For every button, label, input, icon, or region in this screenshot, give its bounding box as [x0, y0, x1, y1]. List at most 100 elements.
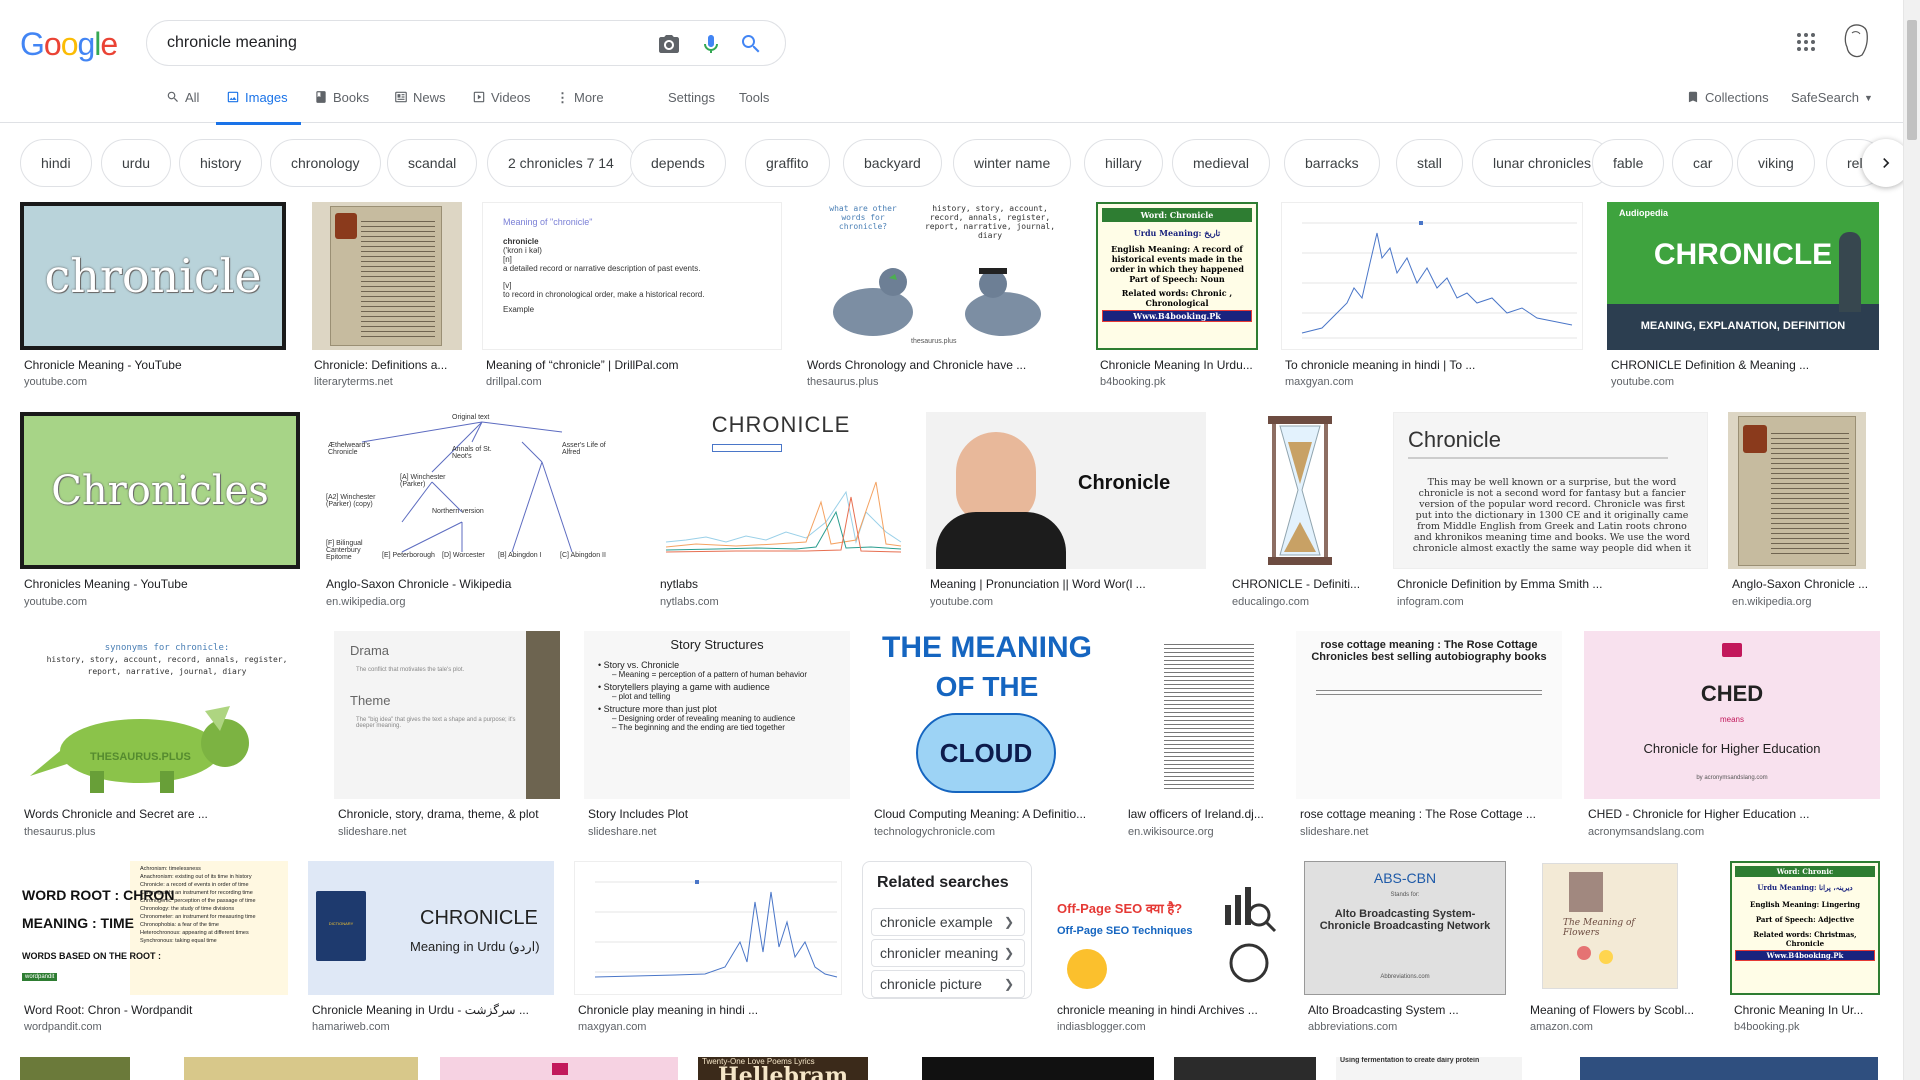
image-result[interactable]: synonyms for chronicle: history, story, …	[20, 631, 314, 841]
result-thumbnail: Off-Page SEO क्या है? Off-Page SEO Techn…	[1053, 861, 1283, 995]
illuminated-letter	[335, 213, 357, 239]
thumbnail-text: means	[1719, 715, 1744, 724]
chip[interactable]: depends	[630, 139, 726, 187]
result-thumbnail: THE MEANING OF THE CLOUD	[870, 631, 1104, 799]
related-searches-title: Related searches	[877, 874, 1009, 891]
image-result[interactable]	[1580, 1057, 1878, 1080]
image-result[interactable]	[1174, 1057, 1316, 1080]
chip[interactable]: viking	[1737, 139, 1815, 187]
result-thumbnail	[1728, 412, 1866, 569]
chip[interactable]: barracks	[1284, 139, 1380, 187]
related-search-item[interactable]: chronicler meaning ❯	[871, 939, 1025, 967]
image-result[interactable]: chronicle Chronicle Meaning - YouTube yo…	[20, 202, 288, 398]
hourglass-icon	[1268, 416, 1332, 565]
chip[interactable]: car	[1672, 139, 1734, 187]
image-result[interactable]: Word: Chronicle Urdu Meaning: تاریخ Engl…	[1096, 202, 1258, 398]
related-search-item[interactable]: chronicle picture ❯	[871, 970, 1025, 998]
image-result[interactable]: The Meaning of Flowers Meaning of Flower…	[1526, 861, 1712, 1039]
image-result[interactable]: rose cottage meaning : The Rose Cottage …	[1296, 631, 1562, 841]
related-search-item[interactable]: chronicle example ❯	[871, 908, 1025, 936]
image-result[interactable]: Using fermentation to create dairy prote…	[1336, 1057, 1522, 1080]
safesearch-dropdown[interactable]: SafeSearch ▼	[1791, 90, 1873, 125]
chip[interactable]: hindi	[20, 139, 92, 187]
image-result[interactable]: Off-Page SEO क्या है? Off-Page SEO Techn…	[1053, 861, 1283, 1039]
image-result[interactable]: CHRONICLE - Definiti... educalingo.com	[1228, 412, 1372, 612]
image-result[interactable]: Word: Chronic Urdu Meaning: دیرینہ، پران…	[1730, 861, 1880, 1039]
tab-videos[interactable]: Videos	[472, 90, 531, 125]
tab-more[interactable]: ⋮ More	[556, 90, 604, 125]
thumbnail-text: The Meaning of Flowers	[1563, 918, 1635, 938]
camera-icon[interactable]	[657, 32, 681, 56]
image-result[interactable]: Audiopedia CHRONICLE MEANING, EXPLANATIO…	[1607, 202, 1879, 398]
result-domain: slideshare.net	[588, 826, 657, 838]
chip[interactable]: stall	[1396, 139, 1463, 187]
thumbnail-text: [F] Bilingual Canterbury Epitome	[326, 540, 363, 561]
chip[interactable]: hillary	[1084, 139, 1163, 187]
scrollbar-thumb[interactable]	[1907, 20, 1917, 140]
image-result[interactable]: DICTIONARY CHRONICLE Meaning in Urdu (ار…	[308, 861, 554, 1039]
tools-link[interactable]: Tools	[739, 90, 769, 125]
google-logo[interactable]: Google	[20, 26, 118, 63]
image-result[interactable]	[922, 1057, 1154, 1080]
image-result[interactable]: Story Structures • Story vs. Chronicle –…	[584, 631, 850, 841]
chip[interactable]: winter name	[953, 139, 1072, 187]
image-result[interactable]: Drama The conflict that motivates the ta…	[334, 631, 560, 841]
chip[interactable]: fable	[1592, 139, 1665, 187]
image-result[interactable]: Twenty-One Love Poems Lyrics Hellebram	[698, 1057, 868, 1080]
page-scrollbar[interactable]	[1903, 0, 1920, 1080]
chip[interactable]: backyard	[843, 139, 942, 187]
result-thumbnail: what are other words for chronicle? hist…	[803, 202, 1073, 350]
image-result[interactable]	[184, 1057, 418, 1080]
image-result[interactable]: Chronicle Meaning | Pronunciation || Wor…	[926, 412, 1206, 612]
chevron-right-icon: ❯	[1003, 915, 1014, 929]
image-result[interactable]: CHRONICLE nytlabs nytlabs.com	[656, 412, 906, 612]
image-result[interactable]: To chronicle meaning in hindi | To ... m…	[1281, 202, 1583, 398]
image-result[interactable]: WORD ROOT : CHRON MEANING : TIME WORDS B…	[20, 861, 288, 1039]
image-result[interactable]	[20, 1057, 130, 1080]
thumbnail-text: Storytellers playing a game with audienc…	[603, 682, 770, 692]
chip[interactable]: history	[179, 139, 263, 187]
result-domain: literaryterms.net	[314, 376, 393, 388]
chip[interactable]: medieval	[1172, 139, 1271, 187]
thumbnail-text: Achronism: timelessness	[140, 866, 201, 872]
tab-news[interactable]: News	[394, 90, 446, 125]
image-result[interactable]: what are other words for chronicle? hist…	[803, 202, 1073, 398]
image-result[interactable]	[440, 1057, 678, 1080]
book-icon	[552, 1063, 568, 1075]
logo-letter: o	[60, 26, 79, 62]
image-result[interactable]: Chronicle This may be well known or a su…	[1393, 412, 1708, 612]
chip[interactable]: urdu	[101, 139, 172, 187]
image-result[interactable]: law officers of Ireland.dj... en.wikisou…	[1124, 631, 1274, 841]
thumbnail-text: Annals of St. Neot's	[452, 446, 492, 460]
chip[interactable]: scandal	[387, 139, 478, 187]
apps-grid-icon[interactable]	[1794, 30, 1818, 54]
thumbnail-text: to record in chronological order, make a…	[503, 290, 705, 299]
avatar[interactable]	[1840, 23, 1872, 59]
search-input[interactable]	[167, 31, 607, 55]
tab-all[interactable]: All	[166, 90, 199, 125]
image-result[interactable]: Original text Æthelweard's Chronicle Ann…	[322, 412, 636, 612]
chip[interactable]: chronology	[270, 139, 381, 187]
image-result[interactable]: CHED means Chronicle for Higher Educatio…	[1584, 631, 1880, 841]
chip[interactable]: graffito	[745, 139, 830, 187]
image-result[interactable]: Meaning of "chronicle" chronicle ('kron …	[482, 202, 783, 398]
image-result[interactable]: ABS-CBN Stands for: Alto Broadcasting Sy…	[1304, 861, 1506, 1039]
microphone-icon[interactable]	[699, 32, 723, 56]
thumbnail-text: Off-Page SEO Techniques	[1057, 925, 1193, 937]
search-icon[interactable]	[739, 32, 763, 56]
image-result[interactable]: Anglo-Saxon Chronicle ... en.wikipedia.o…	[1728, 412, 1880, 612]
image-result[interactable]: THE MEANING OF THE CLOUD Cloud Computing…	[870, 631, 1104, 841]
image-result[interactable]: Chronicle play meaning in hindi ... maxg…	[574, 861, 842, 1039]
tab-images[interactable]: Images	[216, 90, 301, 125]
collections-link[interactable]: Collections	[1686, 90, 1769, 125]
thumbnail-text: CHRONICLE	[711, 412, 851, 437]
thumbnail-text: [A2] Winchester (Parker) (copy)	[326, 494, 376, 508]
tab-books[interactable]: Books	[314, 90, 369, 125]
result-thumbnail: Meaning of "chronicle" chronicle ('kron …	[482, 202, 782, 350]
chip[interactable]: 2 chronicles 7 14	[487, 139, 635, 187]
thumbnail-text: Chronogenic: perception of the passage o…	[140, 898, 256, 904]
image-result[interactable]: Chronicle: Definitions a... literaryterm…	[310, 202, 462, 398]
chevron-right-icon: ❯	[1003, 977, 1014, 991]
settings-link[interactable]: Settings	[668, 90, 715, 125]
image-result[interactable]: Chronicles Chronicles Meaning - YouTube …	[20, 412, 300, 612]
